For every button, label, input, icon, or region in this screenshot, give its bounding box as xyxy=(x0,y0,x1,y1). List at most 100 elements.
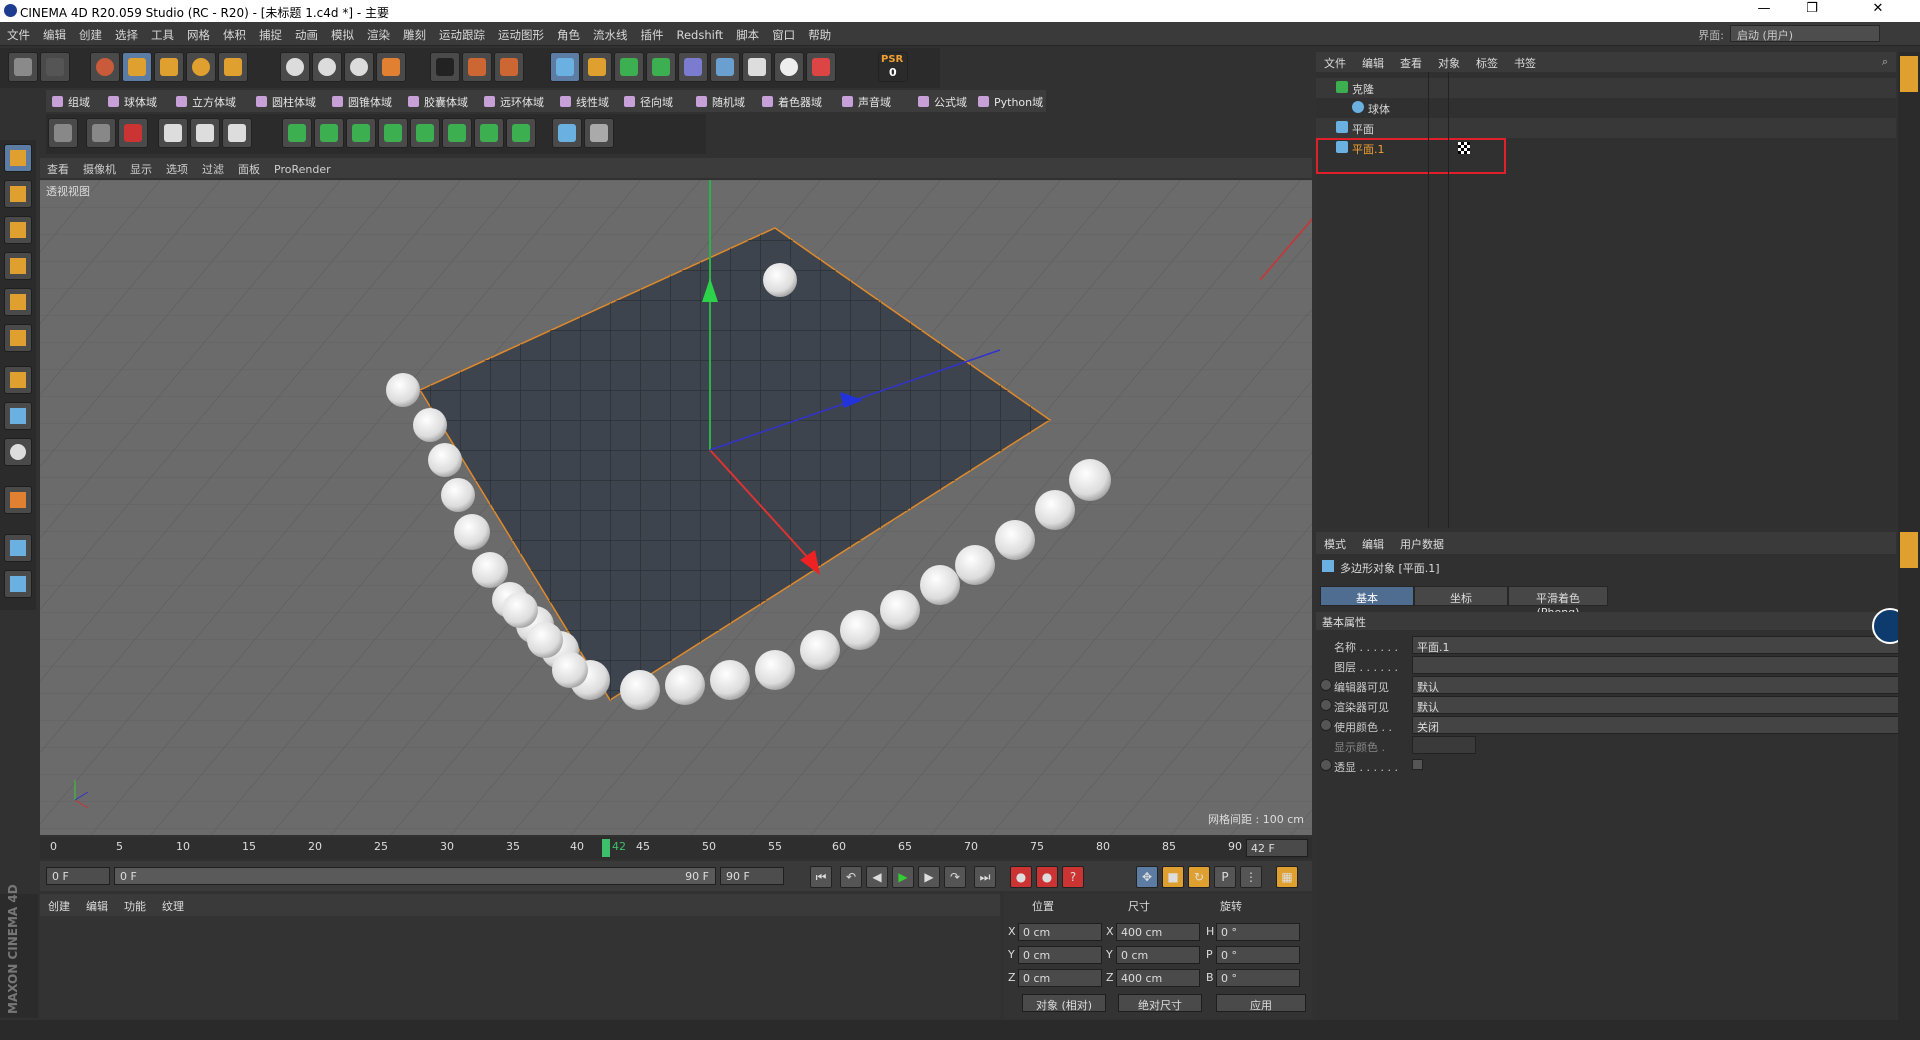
z-axis-icon[interactable] xyxy=(344,52,374,82)
record-icon[interactable]: ● xyxy=(1010,866,1032,888)
viewport-menu-item[interactable]: 查看 xyxy=(40,158,76,180)
minimize-icon[interactable]: — xyxy=(1742,1,1786,21)
model-mode-icon[interactable] xyxy=(4,144,32,172)
animate-radio-icon[interactable] xyxy=(1320,679,1332,691)
y-axis-icon[interactable] xyxy=(312,52,342,82)
previous-frame-icon[interactable]: ◀ xyxy=(866,866,888,888)
search-icon[interactable]: ⌕ xyxy=(1882,55,1888,69)
snap-icon[interactable] xyxy=(4,438,32,466)
object-menu-item[interactable]: 对象 xyxy=(1430,52,1468,74)
attribute-menu-item[interactable]: 模式 xyxy=(1316,532,1354,556)
scene-icon[interactable] xyxy=(806,52,836,82)
rotate-tool-icon[interactable] xyxy=(186,52,216,82)
animate-radio-icon[interactable] xyxy=(1320,719,1332,731)
name-field[interactable]: 平面.1 xyxy=(1412,636,1900,654)
render-view-icon[interactable] xyxy=(430,52,460,82)
effector-icon[interactable] xyxy=(474,118,504,148)
field-cone[interactable]: 圆锥体域 xyxy=(326,92,392,110)
go-to-end-icon[interactable]: ⏭ xyxy=(974,866,996,888)
field-linear[interactable]: 线性域 xyxy=(554,92,609,110)
size-mode-select[interactable]: 绝对尺寸 xyxy=(1118,994,1202,1012)
magnet-icon[interactable] xyxy=(4,486,32,514)
editor-visible-select[interactable]: 默认 xyxy=(1412,676,1900,694)
apply-button[interactable]: 应用 xyxy=(1216,994,1306,1012)
viewport-menu-item[interactable]: 面板 xyxy=(231,158,267,180)
right-tab-objects[interactable] xyxy=(1900,56,1918,92)
menu-item[interactable]: 运动图形 xyxy=(491,22,550,43)
motext-icon[interactable] xyxy=(442,118,472,148)
key-rotation-icon[interactable]: ↻ xyxy=(1188,866,1210,888)
grid-icon[interactable] xyxy=(4,570,32,598)
cube-object-icon[interactable] xyxy=(550,52,580,82)
attribute-menu-item[interactable]: 用户数据 xyxy=(1392,532,1452,556)
viewport-menu-item[interactable]: 摄像机 xyxy=(76,158,123,180)
layout-select[interactable]: 启动 (用户) xyxy=(1730,25,1880,42)
live-select-icon[interactable] xyxy=(118,118,148,148)
deformer-icon[interactable] xyxy=(678,52,708,82)
next-frame-icon[interactable]: ▶ xyxy=(918,866,940,888)
coord-mode-select[interactable]: 对象 (相对) xyxy=(1022,994,1106,1012)
pen-spline-icon[interactable] xyxy=(582,52,612,82)
field-random[interactable]: 随机域 xyxy=(690,92,745,110)
previous-key-icon[interactable]: ↶ xyxy=(840,866,862,888)
select-tool-icon[interactable] xyxy=(90,52,120,82)
menu-item[interactable]: 运动跟踪 xyxy=(432,22,491,43)
object-menu-item[interactable]: 文件 xyxy=(1316,52,1354,74)
menu-item[interactable]: 体积 xyxy=(216,22,252,43)
range-slider[interactable]: 0 F 90 F xyxy=(114,867,716,885)
material-menu-item[interactable]: 创建 xyxy=(40,894,78,918)
timeline-window-icon[interactable]: ▦ xyxy=(1276,866,1298,888)
next-key-icon[interactable]: ↷ xyxy=(944,866,966,888)
attribute-menu-item[interactable]: 编辑 xyxy=(1354,532,1392,556)
size-x-field[interactable]: 400 cm xyxy=(1116,923,1200,941)
cloner-icon[interactable] xyxy=(646,52,676,82)
mograph-cloner-icon[interactable] xyxy=(282,118,312,148)
object-menu-item[interactable]: 查看 xyxy=(1392,52,1430,74)
tweak-mode-icon[interactable] xyxy=(4,402,32,430)
menu-item[interactable]: 动画 xyxy=(288,22,324,43)
spline-wrap-icon[interactable] xyxy=(506,118,536,148)
end-frame-field[interactable]: 90 F xyxy=(720,867,784,885)
use-color-select[interactable]: 关闭 xyxy=(1412,716,1900,734)
fx-icon[interactable] xyxy=(584,118,614,148)
workplane-lock-icon[interactable] xyxy=(4,534,32,562)
rot-h-field[interactable]: 0 ° xyxy=(1216,923,1300,941)
object-row-sphere[interactable]: 球体 xyxy=(1316,98,1896,118)
field-sound[interactable]: 声音域 xyxy=(836,92,891,110)
key-pla-icon[interactable]: ⋮ xyxy=(1240,866,1262,888)
fracture-icon[interactable] xyxy=(314,118,344,148)
animate-radio-icon[interactable] xyxy=(1320,699,1332,711)
edge-mode-icon[interactable] xyxy=(4,288,32,316)
menu-item[interactable]: 插件 xyxy=(634,22,670,43)
sketch-icon[interactable] xyxy=(552,118,582,148)
auto-key-icon[interactable]: ● xyxy=(1036,866,1058,888)
pos-y-field[interactable]: 0 cm xyxy=(1018,946,1102,964)
field-sphere[interactable]: 球体域 xyxy=(102,92,157,110)
field-torus[interactable]: 远环体域 xyxy=(478,92,544,110)
camera-icon[interactable] xyxy=(742,52,772,82)
material-menu-item[interactable]: 编辑 xyxy=(78,894,116,918)
tracer-icon[interactable] xyxy=(410,118,440,148)
viewport-menu-item[interactable]: 显示 xyxy=(123,158,159,180)
field-cube[interactable]: 立方体域 xyxy=(170,92,236,110)
move-tool-icon[interactable] xyxy=(122,52,152,82)
timeline-ruler[interactable]: 0 5 10 15 20 25 30 35 40 45 50 55 60 65 … xyxy=(40,837,1312,859)
object-menu-item[interactable]: 标签 xyxy=(1468,52,1506,74)
axis-mode-icon[interactable] xyxy=(4,366,32,394)
render-settings-icon[interactable] xyxy=(494,52,524,82)
keyframe-selection-icon[interactable]: ? xyxy=(1062,866,1084,888)
animate-radio-icon[interactable] xyxy=(1320,759,1332,771)
menu-item[interactable]: 窗口 xyxy=(765,22,801,43)
last-tool-icon[interactable] xyxy=(218,52,248,82)
size-z-field[interactable]: 400 cm xyxy=(1116,969,1200,987)
edges-mode-icon[interactable] xyxy=(190,118,220,148)
field-capsule[interactable]: 胶囊体域 xyxy=(402,92,468,110)
menu-item[interactable]: 渲染 xyxy=(360,22,396,43)
key-scale-icon[interactable]: ■ xyxy=(1162,866,1184,888)
display-color-swatch[interactable] xyxy=(1412,736,1476,754)
object-row-cloner[interactable]: 克隆 xyxy=(1316,78,1896,98)
menu-item[interactable]: 捕捉 xyxy=(252,22,288,43)
layer-field[interactable] xyxy=(1412,656,1900,674)
render-visible-select[interactable]: 默认 xyxy=(1412,696,1900,714)
menu-item[interactable]: 模拟 xyxy=(324,22,360,43)
